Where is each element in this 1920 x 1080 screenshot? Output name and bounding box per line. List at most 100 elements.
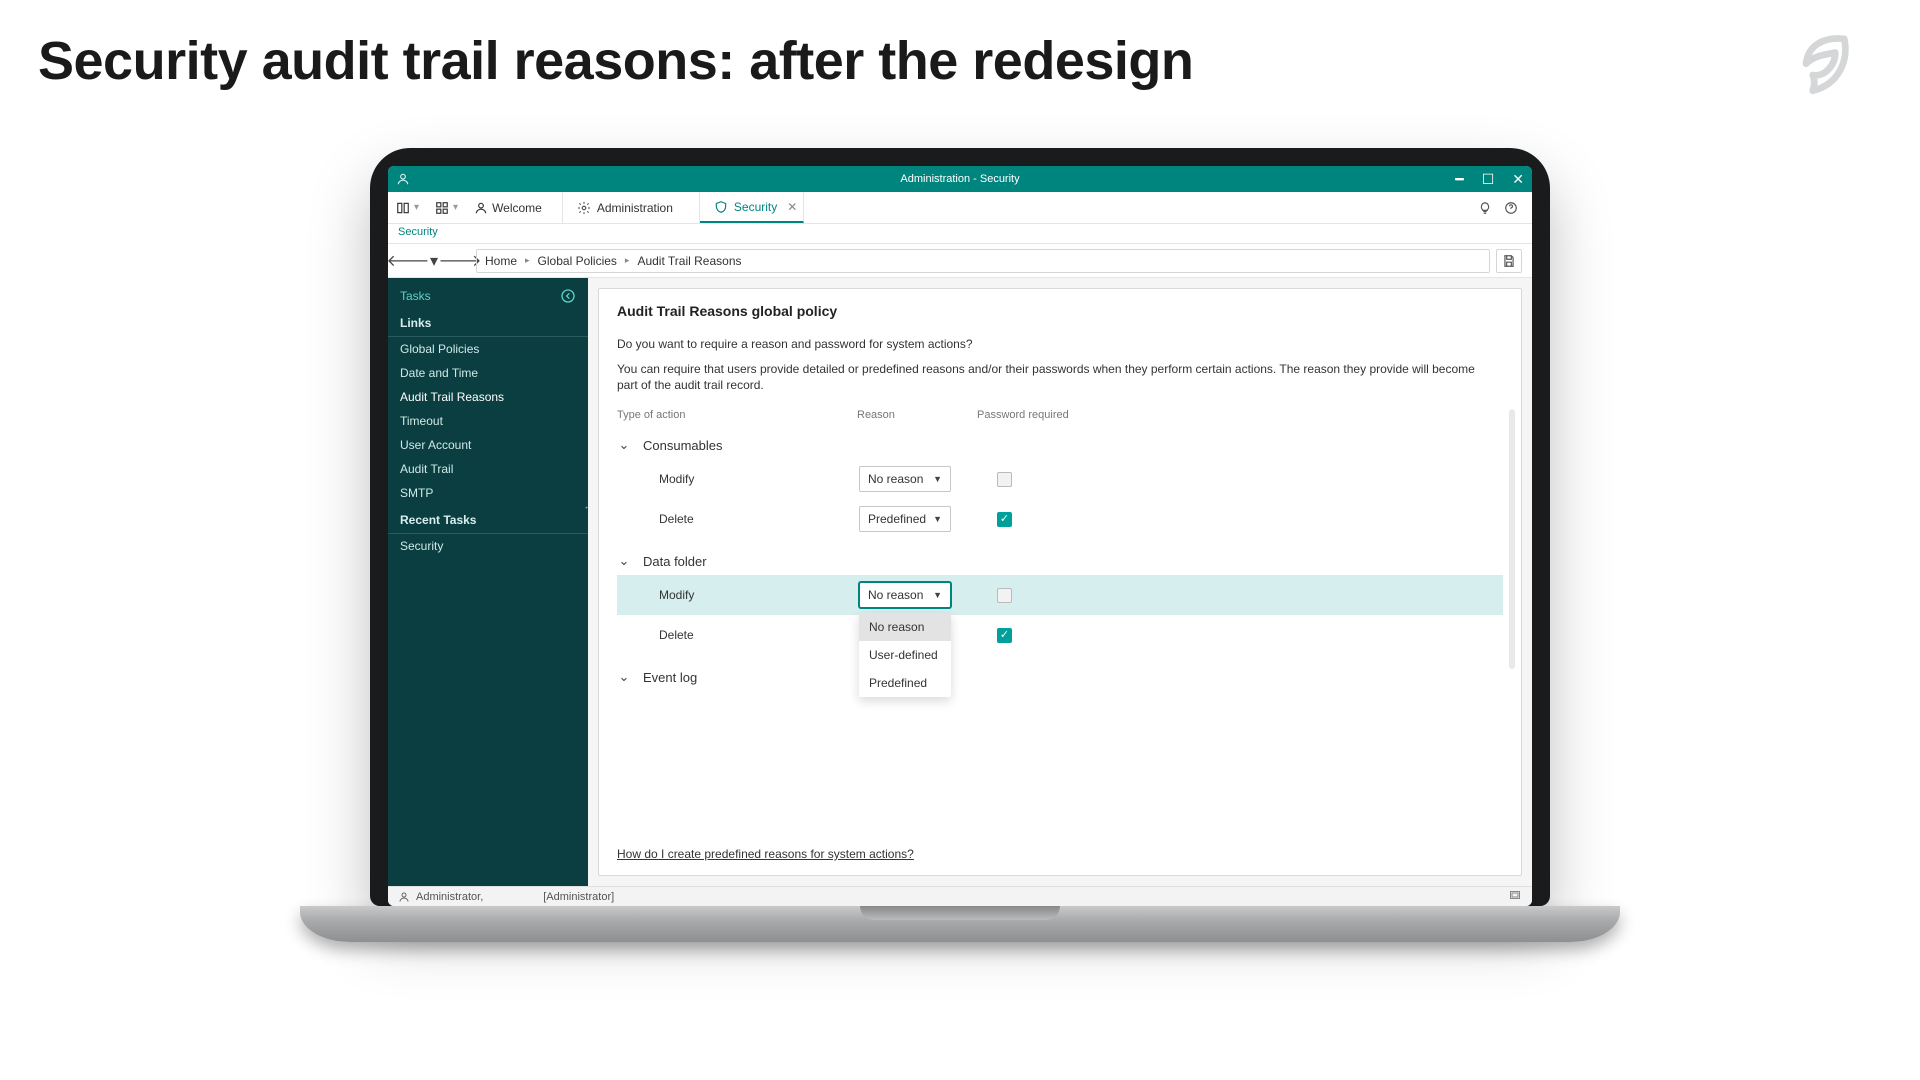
group-name: Data folder: [643, 554, 707, 569]
dropdown-option[interactable]: No reason: [859, 613, 951, 641]
sidebar: Tasks Links Global Policies Date and Tim…: [388, 278, 588, 886]
shield-icon: [714, 200, 728, 214]
tab-administration[interactable]: Administration: [562, 192, 700, 223]
window-title: Administration - Security: [900, 173, 1019, 185]
collapse-icon[interactable]: [560, 288, 576, 304]
breadcrumb-segment[interactable]: Audit Trail Reasons: [637, 254, 741, 268]
group-event-log: ⌄ Event log: [617, 663, 1503, 691]
sidebar-item-global-policies[interactable]: Global Policies: [388, 337, 588, 361]
action-name: Modify: [659, 472, 859, 486]
column-headers: Type of action Reason Password required: [617, 409, 1503, 421]
window-icon[interactable]: [1508, 889, 1522, 901]
laptop-mock: Administration - Security ━ ☐ ✕ ▾ ▾: [370, 148, 1550, 942]
group-header[interactable]: ⌄ Data folder: [617, 547, 1503, 575]
columns-icon: [396, 201, 410, 215]
sidebar-item-audit-trail-reasons[interactable]: Audit Trail Reasons: [388, 385, 588, 409]
context-tab[interactable]: Security: [388, 224, 1532, 244]
breadcrumb-path[interactable]: Home▸ Global Policies▸ Audit Trail Reaso…: [476, 249, 1490, 273]
sidebar-item-recent-security[interactable]: Security: [388, 534, 588, 558]
dropdown-option[interactable]: Predefined: [859, 669, 951, 697]
app-window: Administration - Security ━ ☐ ✕ ▾ ▾: [388, 166, 1532, 906]
save-icon: [1502, 254, 1516, 268]
sidebar-recent-header: Recent Tasks: [388, 505, 588, 534]
panel-question: Do you want to require a reason and pass…: [617, 337, 1503, 351]
caret-down-icon: ▼: [933, 514, 942, 524]
dropdown-option[interactable]: User-defined: [859, 641, 951, 669]
scrollbar[interactable]: [1509, 409, 1515, 669]
user-icon: [474, 201, 488, 215]
user-icon: [396, 172, 410, 186]
layout-grid-button[interactable]: ▾: [427, 192, 466, 223]
caret-down-icon: ▼: [933, 590, 942, 600]
reason-select[interactable]: No reason▼: [859, 466, 951, 492]
toolbar: ▾ ▾ Welcome Administration Security: [388, 192, 1532, 224]
help-icon[interactable]: [1504, 201, 1518, 215]
grid-icon: [435, 201, 449, 215]
sidebar-item-audit-trail[interactable]: Audit Trail: [388, 457, 588, 481]
lightbulb-icon[interactable]: [1478, 201, 1492, 215]
sidebar-item-user-account[interactable]: User Account: [388, 433, 588, 457]
tab-security[interactable]: Security ✕: [700, 192, 804, 223]
reason-select[interactable]: No reason▼: [859, 582, 951, 608]
gear-icon: [577, 201, 591, 215]
sidebar-tasks-header[interactable]: Tasks: [388, 278, 588, 308]
main-content: Audit Trail Reasons global policy Do you…: [588, 278, 1532, 886]
welcome-label: Welcome: [492, 201, 542, 215]
window-minimize-button[interactable]: ━: [1455, 171, 1463, 188]
action-row: Delete: [617, 615, 1503, 655]
tab-close-button[interactable]: ✕: [787, 200, 797, 214]
group-header[interactable]: ⌄ Event log: [617, 663, 1503, 691]
caret-down-icon: ▼: [933, 474, 942, 484]
password-checkbox[interactable]: [997, 512, 1012, 527]
password-checkbox[interactable]: [997, 628, 1012, 643]
save-button[interactable]: [1496, 249, 1522, 273]
slide-title: Security audit trail reasons: after the …: [38, 30, 1193, 92]
panel-title: Audit Trail Reasons global policy: [617, 303, 1503, 319]
breadcrumb-segment[interactable]: Home: [485, 254, 517, 268]
sidebar-item-timeout[interactable]: Timeout: [388, 409, 588, 433]
help-link[interactable]: How do I create predefined reasons for s…: [617, 847, 914, 861]
action-row: Modify No reason▼: [617, 459, 1503, 499]
user-icon: [398, 891, 410, 903]
password-checkbox[interactable]: [997, 588, 1012, 603]
layout-columns-button[interactable]: ▾: [388, 192, 427, 223]
group-name: Event log: [643, 670, 697, 685]
action-name: Delete: [659, 512, 859, 526]
brand-logo: [1788, 30, 1860, 102]
window-close-button[interactable]: ✕: [1512, 171, 1524, 188]
tab-label: Security: [734, 200, 777, 214]
sidebar-links-header: Links: [388, 308, 588, 337]
group-header[interactable]: ⌄ Consumables: [617, 431, 1503, 459]
chevron-down-icon: ⌄: [617, 669, 631, 685]
chevron-down-icon: ⌄: [617, 437, 631, 453]
nav-forward-button[interactable]: 🡒: [450, 251, 470, 271]
group-name: Consumables: [643, 438, 723, 453]
reason-select[interactable]: Predefined▼: [859, 506, 951, 532]
action-name: Modify: [659, 588, 859, 602]
password-checkbox[interactable]: [997, 472, 1012, 487]
tab-label: Administration: [597, 201, 673, 215]
policy-panel: Audit Trail Reasons global policy Do you…: [598, 288, 1522, 876]
window-controls: ━ ☐ ✕: [1455, 171, 1524, 188]
window-titlebar: Administration - Security ━ ☐ ✕: [388, 166, 1532, 192]
column-password: Password required: [977, 409, 1137, 421]
sidebar-item-date-time[interactable]: Date and Time: [388, 361, 588, 385]
breadcrumb-segment[interactable]: Global Policies: [538, 254, 617, 268]
action-name: Delete: [659, 628, 859, 642]
group-consumables: ⌄ Consumables Modify No reason▼: [617, 431, 1503, 539]
window-maximize-button[interactable]: ☐: [1482, 171, 1495, 188]
welcome-button[interactable]: Welcome: [466, 192, 550, 223]
panel-description: You can require that users provide detai…: [617, 361, 1497, 393]
action-row: Delete Predefined▼: [617, 499, 1503, 539]
reason-dropdown: No reason User-defined Predefined: [859, 613, 951, 697]
chevron-down-icon: ⌄: [617, 553, 631, 569]
group-data-folder: ⌄ Data folder Modify No reason▼: [617, 547, 1503, 655]
sidebar-item-smtp[interactable]: SMTP: [388, 481, 588, 505]
action-row: Modify No reason▼ No reason User-defined…: [617, 575, 1503, 615]
breadcrumb-bar: 🡐 ▾ 🡒 Home▸ Global Policies▸ Audit Trail…: [388, 244, 1532, 278]
status-role: [Administrator]: [543, 891, 614, 903]
column-action: Type of action: [617, 409, 857, 421]
status-bar: Administrator, [Administrator]: [388, 886, 1532, 906]
nav-back-button[interactable]: 🡐: [398, 251, 418, 271]
column-reason: Reason: [857, 409, 977, 421]
